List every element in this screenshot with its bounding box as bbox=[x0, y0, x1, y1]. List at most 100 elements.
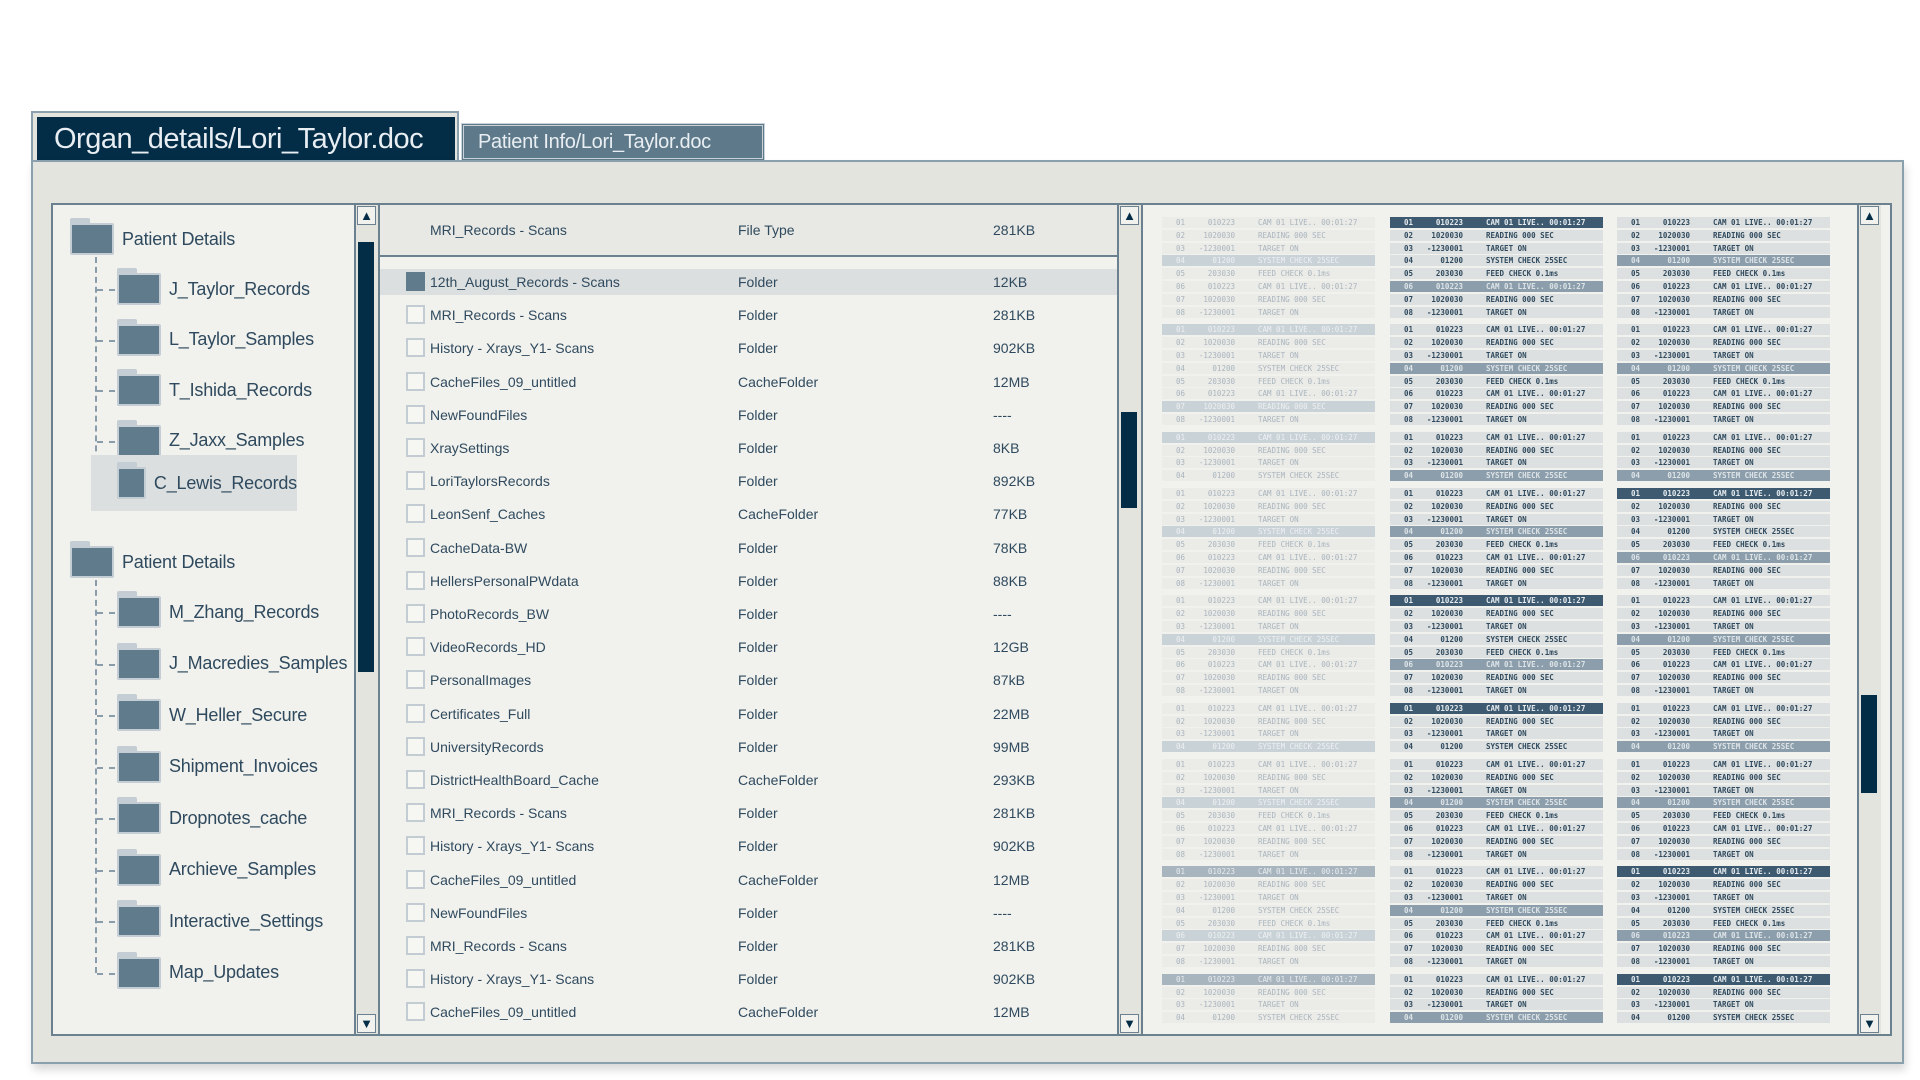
row-checkbox[interactable] bbox=[406, 803, 425, 823]
tab-patient-info[interactable]: Patient Info/Lori_Taylor.doc bbox=[461, 123, 765, 161]
file-row[interactable]: Certificates_Full Folder 22MB bbox=[380, 701, 1119, 727]
row-checkbox[interactable] bbox=[406, 936, 425, 955]
log-row: 07 1020030 READING 000 SEC bbox=[1390, 943, 1603, 955]
file-row[interactable]: MRI_Records - Scans Folder 281KB bbox=[380, 302, 1119, 328]
log-row: 06 010223 CAM 01 LIVE.. 00:01:27 bbox=[1617, 281, 1830, 292]
log-message: TARGET ON bbox=[1258, 514, 1299, 524]
row-checkbox[interactable] bbox=[406, 836, 425, 856]
log-row: 05 203030 FEED CHECK 0.1ms bbox=[1162, 646, 1375, 658]
log-value: 1020030 bbox=[1658, 987, 1690, 997]
tree-root-patient-details[interactable]: Patient Details bbox=[70, 541, 235, 582]
file-row[interactable]: DistrictHealthBoard_Cache CacheFolder 293K… bbox=[380, 767, 1119, 793]
log-row: 07 1020030 READING 000 SEC bbox=[1162, 564, 1375, 576]
row-checkbox[interactable] bbox=[406, 471, 425, 491]
row-checkbox[interactable] bbox=[406, 1002, 425, 1022]
file-row[interactable]: 12th_August_Records - Scans Folder 12KB bbox=[380, 269, 1119, 295]
log-message: FEED CHECK 0.1ms bbox=[1258, 918, 1331, 928]
file-row[interactable]: LoriTaylorsRecords Folder 892KB bbox=[380, 468, 1119, 494]
file-row[interactable]: NewFoundFiles Folder ---- bbox=[380, 900, 1119, 926]
header-name[interactable]: MRI_Records - Scans bbox=[430, 222, 567, 238]
scroll-up-icon[interactable]: ▲ bbox=[1860, 206, 1879, 225]
scroll-down-icon[interactable]: ▼ bbox=[357, 1014, 376, 1033]
log-message: TARGET ON bbox=[1713, 785, 1754, 795]
tree-item-m-zhang-records[interactable]: M_Zhang_Records bbox=[117, 591, 319, 632]
row-checkbox[interactable] bbox=[406, 371, 425, 391]
header-size[interactable]: 281KB bbox=[993, 222, 1035, 238]
scroll-down-icon[interactable]: ▼ bbox=[1860, 1014, 1879, 1033]
file-row[interactable]: CacheFiles_09_untitled CacheFolder 12MB bbox=[380, 999, 1119, 1025]
sidebar-scroll-thumb[interactable] bbox=[358, 242, 374, 672]
file-row[interactable]: CacheFiles_09_untitled CacheFolder 12MB bbox=[380, 867, 1119, 893]
log-id: 01 bbox=[1404, 489, 1414, 498]
file-row[interactable]: CacheData-BW Folder 78KB bbox=[380, 535, 1119, 561]
file-row[interactable]: CacheFiles_09_untitled CacheFolder 12MB bbox=[380, 369, 1119, 395]
tree-item-j-macredies-samples[interactable]: J_Macredies_Samples bbox=[117, 642, 347, 684]
list-scroll-thumb[interactable] bbox=[1121, 412, 1137, 508]
row-checkbox[interactable] bbox=[406, 504, 425, 524]
file-name: History - Xrays_Y1- Scans bbox=[430, 971, 595, 988]
tree-item-j-taylor-records[interactable]: J_Taylor_Records bbox=[117, 268, 310, 309]
tree-item-interactive-settings[interactable]: Interactive_Settings bbox=[117, 900, 323, 941]
file-row[interactable]: MRI_Records - Scans Folder 281KB bbox=[380, 800, 1119, 826]
log-id: 03 bbox=[1176, 351, 1186, 360]
file-row[interactable]: History - Xrays_Y1- Scans Folder 902KB bbox=[380, 966, 1119, 992]
row-checkbox[interactable] bbox=[406, 969, 425, 989]
list-scrollbar[interactable]: ▲ ▼ bbox=[1117, 205, 1141, 1034]
file-row[interactable]: NewFoundFiles Folder ---- bbox=[380, 402, 1119, 428]
file-row[interactable]: History - Xrays_Y1- Scans Folder 902KB bbox=[380, 335, 1119, 361]
tab-organ-details[interactable]: Organ_details/Lori_Taylor.doc bbox=[37, 117, 455, 161]
row-checkbox[interactable] bbox=[406, 703, 425, 723]
file-row[interactable]: LeonSenf_Caches CacheFolder 77KB bbox=[380, 501, 1119, 527]
tree-item-t-ishida-records[interactable]: T_Ishida_Records bbox=[117, 369, 312, 410]
log-value: 010223 bbox=[1662, 660, 1690, 670]
log-id: 06 bbox=[1176, 282, 1186, 291]
row-checkbox[interactable] bbox=[406, 404, 425, 424]
row-checkbox[interactable] bbox=[406, 338, 425, 358]
log-row: 04 01200 SYSTEM CHECK 25SEC bbox=[1617, 470, 1830, 482]
log-id: 05 bbox=[1404, 811, 1414, 821]
row-checkbox[interactable] bbox=[406, 670, 425, 690]
file-row[interactable]: VideoRecords_HD Folder 12GB bbox=[380, 634, 1119, 660]
tree-item-archieve-samples[interactable]: Archieve_Samples bbox=[117, 848, 316, 890]
tree-item-w-heller-secure[interactable]: W_Heller_Secure bbox=[117, 694, 307, 735]
tree-item-shipment-invoices[interactable]: Shipment_Invoices bbox=[117, 745, 318, 787]
scroll-down-icon[interactable]: ▼ bbox=[1120, 1014, 1139, 1033]
file-row[interactable]: PhotoRecords_BW Folder ---- bbox=[380, 601, 1119, 627]
log-id: 06 bbox=[1176, 824, 1186, 833]
file-row[interactable]: XraySettings Folder 8KB bbox=[380, 435, 1119, 461]
header-file-type[interactable]: File Type bbox=[738, 222, 795, 238]
log-row: 03 -1230001 TARGET ON bbox=[1390, 242, 1603, 254]
log-id: 02 bbox=[1631, 987, 1641, 997]
tree-root-patient-details[interactable]: Patient Details bbox=[70, 218, 235, 259]
sidebar-scrollbar[interactable]: ▲ ▼ bbox=[354, 205, 378, 1034]
tree-item-c-lewis-records[interactable]: C_Lewis_Records bbox=[91, 455, 297, 511]
row-checkbox[interactable] bbox=[406, 537, 425, 557]
row-checkbox[interactable] bbox=[406, 570, 425, 590]
tree-item-dropnotes-cache[interactable]: Dropnotes_cache bbox=[117, 797, 307, 838]
row-checkbox[interactable] bbox=[406, 272, 425, 291]
file-size: 77KB bbox=[993, 506, 1028, 523]
row-checkbox[interactable] bbox=[406, 305, 425, 325]
log-id: 07 bbox=[1404, 944, 1414, 954]
row-checkbox[interactable] bbox=[406, 736, 425, 756]
file-row[interactable]: HellersPersonalPWdata Folder 88KB bbox=[380, 568, 1119, 594]
log-row: 04 01200 SYSTEM CHECK 25SEC bbox=[1162, 255, 1375, 267]
scroll-up-icon[interactable]: ▲ bbox=[357, 206, 376, 225]
log-row: 07 1020030 READING 000 SEC bbox=[1162, 293, 1375, 305]
log-value: 1020030 bbox=[1203, 230, 1235, 240]
file-row[interactable]: UniversityRecords Folder 99MB bbox=[380, 734, 1119, 760]
tree-item-map-updates[interactable]: Map_Updates bbox=[117, 951, 279, 993]
grid-scrollbar[interactable]: ▲ ▼ bbox=[1857, 205, 1881, 1034]
row-checkbox[interactable] bbox=[406, 869, 425, 889]
row-checkbox[interactable] bbox=[406, 770, 425, 789]
file-row[interactable]: PersonalImages Folder 87kB bbox=[380, 667, 1119, 693]
row-checkbox[interactable] bbox=[406, 902, 425, 922]
row-checkbox[interactable] bbox=[406, 637, 425, 657]
file-row[interactable]: MRI_Records - Scans Folder 281KB bbox=[380, 933, 1119, 959]
row-checkbox[interactable] bbox=[406, 604, 425, 623]
scroll-up-icon[interactable]: ▲ bbox=[1120, 206, 1139, 225]
row-checkbox[interactable] bbox=[406, 438, 425, 457]
file-row[interactable]: History - Xrays_Y1- Scans Folder 902KB bbox=[380, 833, 1119, 859]
tree-item-l-taylor-samples[interactable]: L_Taylor_Samples bbox=[117, 318, 314, 360]
grid-scroll-thumb[interactable] bbox=[1861, 695, 1877, 793]
